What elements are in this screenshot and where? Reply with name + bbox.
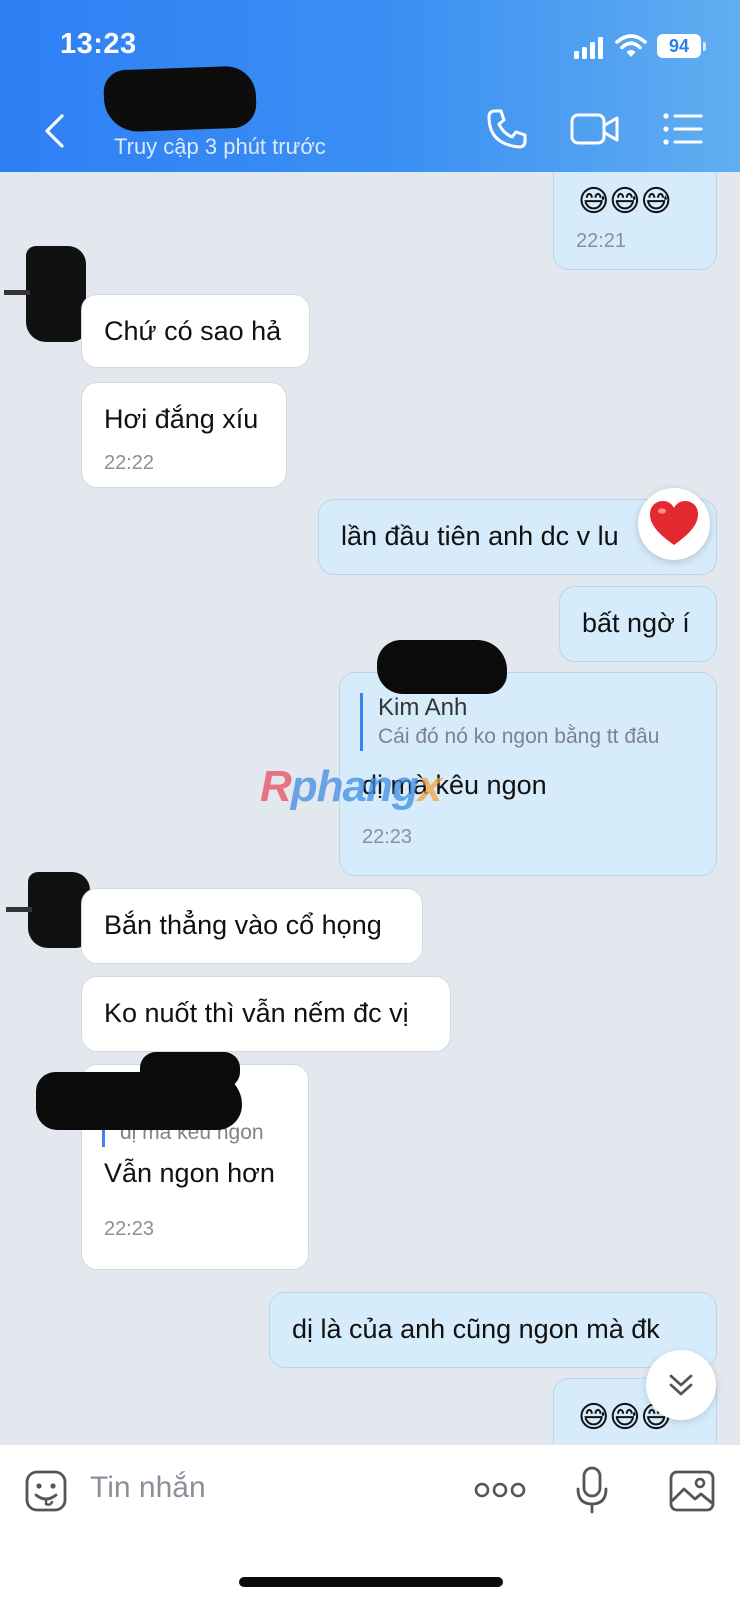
heart-icon: [650, 501, 698, 545]
sticker-emoji-icon[interactable]: [24, 1469, 68, 1513]
status-time: 13:23: [60, 28, 137, 60]
video-call-icon[interactable]: [570, 108, 620, 150]
message-input[interactable]: Tin nhắn: [90, 1471, 206, 1505]
message-text: Chứ có sao hả: [104, 316, 282, 346]
message-time: 22:21: [576, 230, 627, 252]
battery-level: 94: [657, 34, 701, 58]
message-list[interactable]: 😅😅😅 22:21 Chứ có sao hả Hơi đắng xíu 22:…: [0, 172, 740, 1444]
message-text: Hơi đắng xíu: [104, 404, 259, 434]
watermark-logo: Rphangx: [260, 762, 442, 811]
composer-bar: Tin nhắn: [0, 1444, 740, 1600]
emoji-message: 😅😅😅: [578, 185, 672, 218]
message-text: dị là của anh cũng ngon mà đk: [292, 1314, 660, 1344]
redaction-mark: [377, 640, 507, 694]
menu-list-icon[interactable]: [662, 108, 704, 150]
message-bubble-incoming[interactable]: Hơi đắng xíu 22:22: [81, 382, 287, 488]
message-time: 22:22: [104, 452, 155, 474]
message-text: lần đầu tiên anh dc v lu: [341, 521, 619, 551]
heart-reaction-badge[interactable]: [638, 488, 710, 560]
reply-quote[interactable]: Kim Anh Cái đó nó ko ngon bằng tt đâu: [360, 693, 659, 751]
home-indicator[interactable]: [239, 1577, 503, 1587]
message-bubble-outgoing[interactable]: 😅😅😅 22:21: [553, 172, 717, 270]
message-bubble-outgoing[interactable]: bất ngờ í: [559, 586, 717, 662]
redaction-mark: [140, 1052, 240, 1088]
message-time: 22:23: [104, 1218, 155, 1240]
back-button[interactable]: [38, 108, 74, 154]
message-text: Bắn thẳng vào cổ họng: [104, 910, 382, 940]
sender-avatar-redacted: [4, 246, 86, 342]
battery-tip: [703, 42, 706, 51]
last-seen-status: Truy cập 3 phút trước: [114, 134, 326, 159]
wifi-icon: [615, 34, 647, 57]
message-bubble-incoming[interactable]: Chứ có sao hả: [81, 294, 310, 368]
image-gallery-icon[interactable]: [668, 1469, 716, 1513]
message-bubble-incoming[interactable]: Bắn thẳng vào cổ họng: [81, 888, 423, 964]
scroll-to-bottom-button[interactable]: [646, 1350, 716, 1420]
more-options-icon[interactable]: [474, 1479, 526, 1501]
reply-author: Kim Anh: [378, 694, 468, 721]
message-text: Vẫn ngon hơn: [104, 1158, 275, 1188]
contact-name-redacted[interactable]: [102, 65, 258, 133]
message-text: Ko nuốt thì vẫn nếm đc vị: [104, 998, 409, 1028]
cellular-signal-icon: [574, 37, 604, 59]
message-text: bất ngờ í: [582, 608, 690, 638]
double-chevron-down-icon: [669, 1374, 693, 1396]
message-time: 22:23: [362, 826, 413, 848]
chat-header: 13:23 94 Truy cập 3 phút trước: [0, 0, 740, 172]
phone-call-icon[interactable]: [486, 108, 528, 150]
reply-snippet: Cái đó nó ko ngon bằng tt đâu: [378, 725, 660, 748]
microphone-icon[interactable]: [574, 1465, 610, 1515]
message-bubble-incoming[interactable]: Ko nuốt thì vẫn nếm đc vị: [81, 976, 451, 1052]
